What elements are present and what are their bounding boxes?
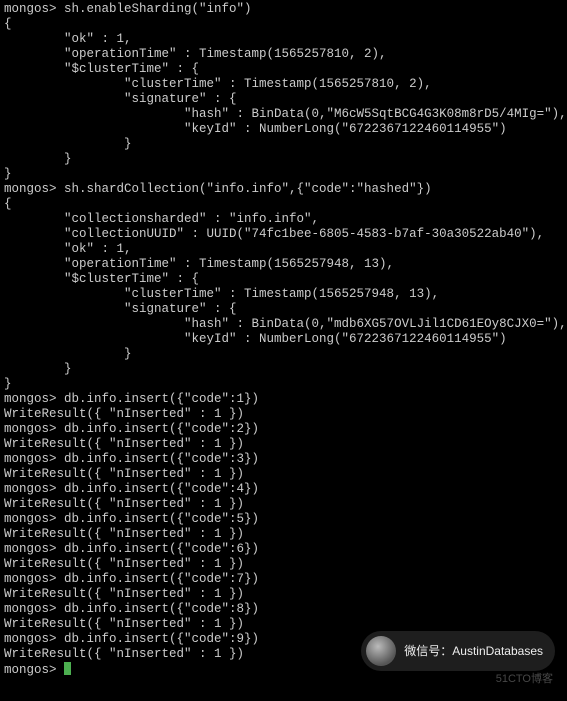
terminal-line: mongos> sh.shardCollection("info.info",{… [4, 182, 563, 197]
terminal-line: } [4, 347, 563, 362]
terminal-line: mongos> db.info.insert({"code":2}) [4, 422, 563, 437]
terminal-line: } [4, 137, 563, 152]
terminal-line: } [4, 152, 563, 167]
terminal-line: { [4, 17, 563, 32]
terminal-line: { [4, 197, 563, 212]
terminal-line: "keyId" : NumberLong("672236712246011495… [4, 332, 563, 347]
terminal-line: "clusterTime" : Timestamp(1565257810, 2)… [4, 77, 563, 92]
terminal-output[interactable]: mongos> sh.enableSharding("info"){ "ok" … [4, 2, 563, 662]
terminal-line: mongos> db.info.insert({"code":1}) [4, 392, 563, 407]
terminal-line: "signature" : { [4, 302, 563, 317]
terminal-line: WriteResult({ "nInserted" : 1 }) [4, 407, 563, 422]
terminal-line: "collectionUUID" : UUID("74fc1bee-6805-4… [4, 227, 563, 242]
terminal-line: "collectionsharded" : "info.info", [4, 212, 563, 227]
terminal-line: WriteResult({ "nInserted" : 1 }) [4, 587, 563, 602]
terminal-line: "hash" : BinData(0,"M6cW5SqtBCG4G3K08m8r… [4, 107, 563, 122]
terminal-line: "clusterTime" : Timestamp(1565257948, 13… [4, 287, 563, 302]
terminal-line: mongos> db.info.insert({"code":3}) [4, 452, 563, 467]
cursor [64, 662, 71, 675]
avatar-icon [366, 636, 396, 666]
terminal-line: mongos> db.info.insert({"code":6}) [4, 542, 563, 557]
terminal-line: "operationTime" : Timestamp(1565257948, … [4, 257, 563, 272]
terminal-line: WriteResult({ "nInserted" : 1 }) [4, 437, 563, 452]
terminal-line: "ok" : 1, [4, 242, 563, 257]
terminal-line: WriteResult({ "nInserted" : 1 }) [4, 467, 563, 482]
terminal-line: mongos> db.info.insert({"code":7}) [4, 572, 563, 587]
terminal-line: "signature" : { [4, 92, 563, 107]
terminal-line: "hash" : BinData(0,"mdb6XG57OVLJil1CD61E… [4, 317, 563, 332]
terminal-line: WriteResult({ "nInserted" : 1 }) [4, 527, 563, 542]
terminal-line: } [4, 167, 563, 182]
terminal-line: mongos> db.info.insert({"code":5}) [4, 512, 563, 527]
terminal-line: "$clusterTime" : { [4, 62, 563, 77]
terminal-line: "ok" : 1, [4, 32, 563, 47]
terminal-line: "$clusterTime" : { [4, 272, 563, 287]
wechat-label: 微信号：AustinDatabases [404, 644, 543, 659]
terminal-line: WriteResult({ "nInserted" : 1 }) [4, 557, 563, 572]
terminal-line: } [4, 377, 563, 392]
terminal-line: mongos> db.info.insert({"code":4}) [4, 482, 563, 497]
terminal-line: mongos> db.info.insert({"code":8}) [4, 602, 563, 617]
terminal-line: WriteResult({ "nInserted" : 1 }) [4, 617, 563, 632]
terminal-line: "operationTime" : Timestamp(1565257810, … [4, 47, 563, 62]
wechat-overlay: 微信号：AustinDatabases [361, 631, 555, 671]
prompt-text: mongos> [4, 663, 64, 677]
terminal-line: "keyId" : NumberLong("672236712246011495… [4, 122, 563, 137]
terminal-line: } [4, 362, 563, 377]
terminal-line: mongos> sh.enableSharding("info") [4, 2, 563, 17]
watermark: 51CTO博客 [496, 672, 553, 687]
terminal-line: WriteResult({ "nInserted" : 1 }) [4, 497, 563, 512]
